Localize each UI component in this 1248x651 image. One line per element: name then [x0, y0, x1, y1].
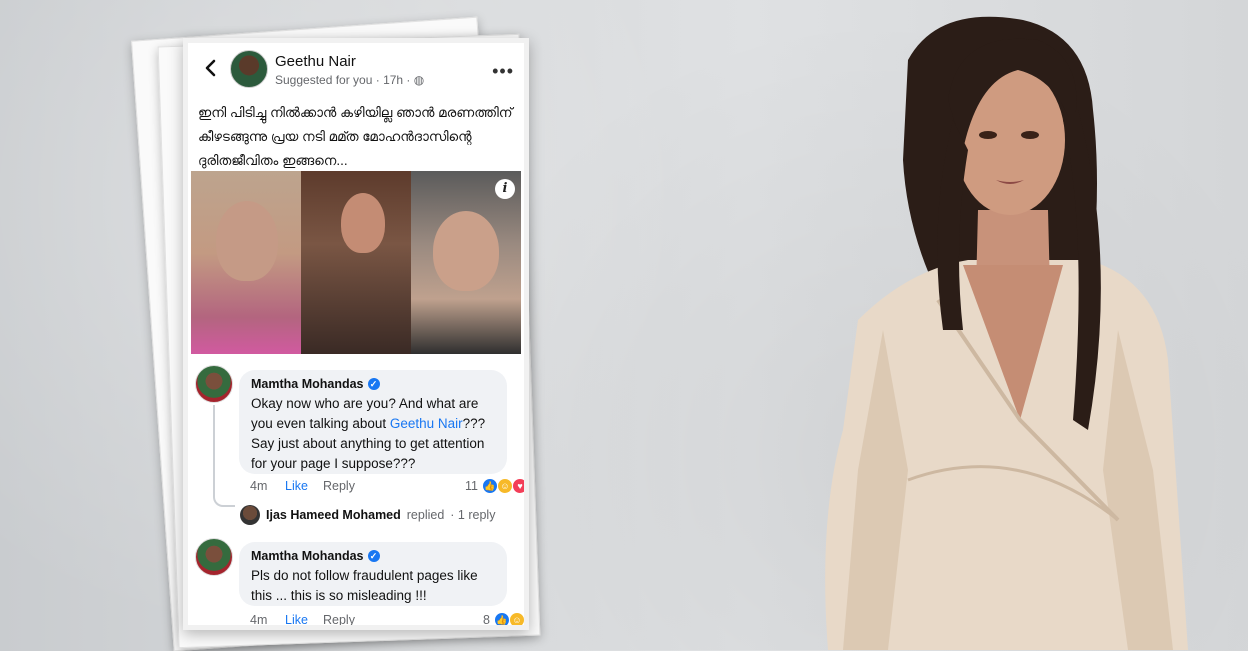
like-button[interactable]: Like: [285, 613, 323, 625]
back-arrow-icon[interactable]: [200, 57, 222, 79]
commenter-name-text[interactable]: Mamtha Mohandas: [251, 377, 364, 391]
post-subtitle: Suggested for you · 17h · ◍: [275, 73, 424, 87]
post-photo: [191, 171, 301, 354]
comment-actions: 4m Like Reply: [250, 479, 383, 493]
reaction-count: 8: [483, 613, 490, 627]
verified-badge-icon: ✓: [367, 378, 380, 390]
photo-face: [341, 193, 385, 253]
more-options-icon[interactable]: •••: [492, 61, 514, 82]
page-avatar[interactable]: [230, 50, 268, 88]
info-icon[interactable]: i: [495, 179, 515, 199]
verified-badge-icon: ✓: [367, 550, 380, 562]
post-photo: i: [411, 171, 521, 354]
comment-text: Pls do not follow fraudulent pages like …: [251, 568, 478, 603]
reaction-count: 11: [465, 479, 478, 493]
like-button[interactable]: Like: [285, 479, 323, 493]
reply-thread-row[interactable]: Ijas Hameed Mohamed replied · 1 reply: [240, 505, 495, 525]
post-text: ഇനി പിടിച്ചു നിൽക്കാൻ കഴിയില്ല ഞാൻ മരണത്…: [198, 101, 518, 173]
post-photo-collage[interactable]: i: [191, 171, 521, 354]
reply-button[interactable]: Reply: [323, 479, 383, 493]
post-text-line: ഇനി പിടിച്ചു നിൽക്കാൻ കഴിയില്ല ഞാൻ മരണത്…: [198, 105, 513, 120]
commenter-avatar[interactable]: [195, 365, 233, 403]
comment-time: 4m: [250, 613, 268, 627]
actress-photo: [825, 16, 1188, 650]
facebook-post-screenshot: Geethu Nair Suggested for you · 17h · ◍ …: [183, 38, 529, 630]
post-photo: [301, 171, 411, 354]
reaction-summary[interactable]: 11 👍 ☺ ♥: [465, 478, 524, 494]
comment-bubble: Mamtha Mohandas ✓ Okay now who are you? …: [239, 370, 507, 474]
post-subtitle-text: Suggested for you · 17h ·: [275, 73, 411, 87]
commenter-avatar[interactable]: [195, 538, 233, 576]
like-reaction-icon: 👍: [493, 612, 510, 625]
thread-connector: [213, 405, 235, 507]
reply-button[interactable]: Reply: [323, 613, 383, 625]
page-name[interactable]: Geethu Nair: [275, 53, 356, 70]
post-text-line: കീഴടങ്ങുന്നു പ്രയ നടി മമ്ത മോഹൻദാസിന്റെ: [198, 129, 472, 144]
photo-face: [433, 211, 499, 291]
comment-actions: 4m Like Reply: [250, 613, 383, 627]
like-reaction-icon: 👍: [481, 478, 498, 494]
love-reaction-icon: ♥: [511, 478, 524, 494]
comment-text: Okay now who are you? And what are you e…: [251, 394, 495, 474]
photo-face: [216, 201, 278, 281]
replied-label: replied: [406, 508, 445, 522]
globe-icon: ◍: [413, 73, 425, 87]
replier-name[interactable]: Ijas Hameed Mohamed: [266, 508, 401, 522]
reaction-summary[interactable]: 8 👍 ☺: [483, 612, 524, 627]
comment-bubble: Mamtha Mohandas ✓ Pls do not follow frau…: [239, 542, 507, 606]
haha-reaction-icon: ☺: [496, 478, 513, 494]
commenter-name-text[interactable]: Mamtha Mohandas: [251, 549, 364, 563]
mention-link[interactable]: Geethu Nair: [390, 416, 463, 431]
post-text-line: ദുരിതജീവിതം ഇങ്ങനെ...: [198, 153, 348, 168]
reply-count[interactable]: · 1 reply: [450, 508, 495, 522]
commenter-name[interactable]: Mamtha Mohandas ✓: [251, 377, 495, 391]
comment-time: 4m: [250, 479, 268, 493]
haha-reaction-icon: ☺: [508, 612, 524, 625]
commenter-name[interactable]: Mamtha Mohandas ✓: [251, 549, 495, 563]
replier-avatar: [240, 505, 260, 525]
post-header: Geethu Nair Suggested for you · 17h · ◍ …: [188, 43, 524, 95]
